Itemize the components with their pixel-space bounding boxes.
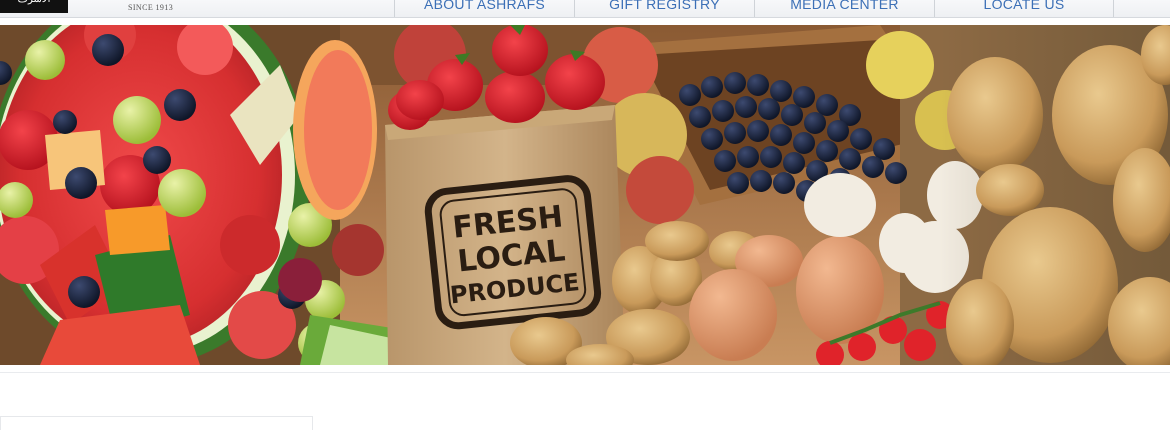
site-logo[interactable]: الأشرف xyxy=(0,0,68,13)
nav-item-media-center[interactable]: MEDIA CENTER xyxy=(754,0,934,17)
sidebar-panel xyxy=(0,416,313,430)
nav-item-gift-registry[interactable]: GIFT REGISTRY xyxy=(574,0,754,17)
nav-item-locate-us[interactable]: LOCATE US xyxy=(934,0,1114,17)
hero-banner[interactable]: FRESH LOCAL PRODUCE xyxy=(0,25,1170,365)
nav-item-about[interactable]: ABOUT ASHRAFS xyxy=(394,0,574,17)
hero-produce-image: FRESH LOCAL PRODUCE xyxy=(0,25,1170,365)
since-tagline: SINCE 1913 xyxy=(128,3,174,12)
content-divider xyxy=(0,372,1170,373)
site-header: الأشرف SINCE 1913 ABOUT ASHRAFS GIFT REG… xyxy=(0,0,1170,18)
main-nav: ABOUT ASHRAFS GIFT REGISTRY MEDIA CENTER… xyxy=(394,0,1114,17)
